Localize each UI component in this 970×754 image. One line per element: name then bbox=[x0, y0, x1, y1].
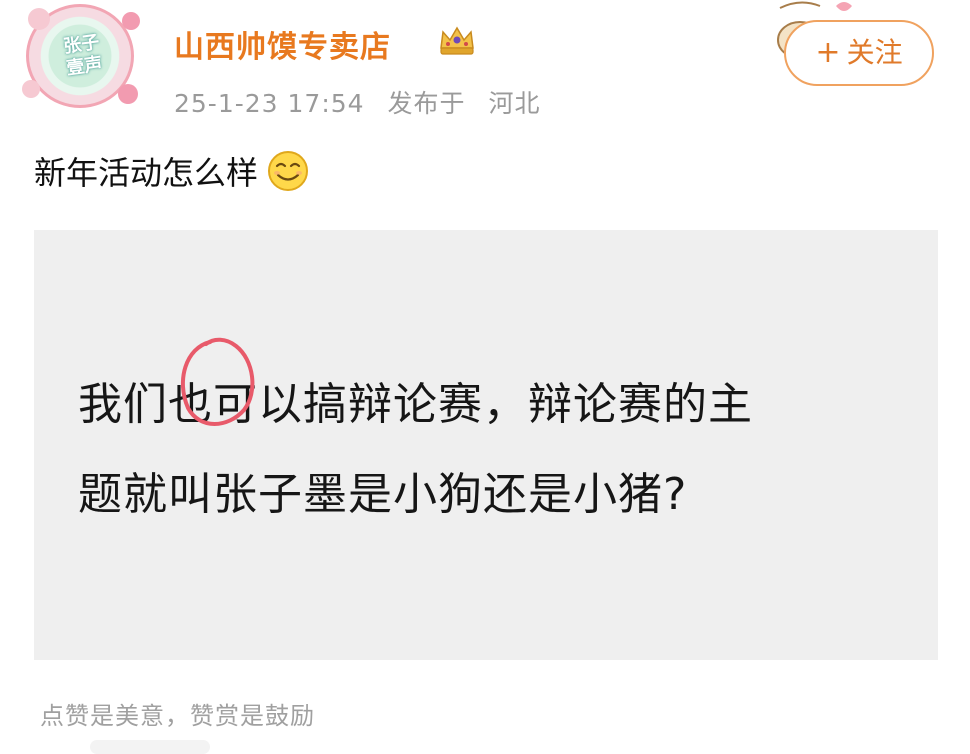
avatar[interactable]: 张子 壹声 bbox=[18, 0, 148, 112]
smirk-emoji-icon bbox=[268, 151, 309, 191]
avatar-decoration bbox=[22, 80, 40, 98]
avatar-decoration bbox=[118, 84, 138, 104]
weibo-post: 张子 壹声 山西帅馍专卖店 25-1-23 17:54 发布于 河北 + 关注 新… bbox=[0, 0, 970, 754]
avatar-decoration bbox=[28, 8, 50, 30]
avatar-decoration bbox=[122, 12, 140, 30]
hand-drawn-circle-annotation bbox=[180, 337, 255, 426]
post-text: 新年活动怎么样 bbox=[34, 148, 310, 194]
follow-button[interactable]: + 关注 bbox=[784, 20, 934, 86]
follow-label: 关注 bbox=[846, 36, 903, 69]
partial-content-placeholder bbox=[90, 740, 210, 754]
crown-badge-icon bbox=[440, 26, 474, 55]
published-label: 发布于 bbox=[387, 89, 466, 118]
post-location: 河北 bbox=[488, 89, 541, 118]
reward-hint-text: 点赞是美意，赞赏是鼓励 bbox=[40, 702, 315, 730]
image-caption-line2: 题就叫张子墨是小狗还是小猪? bbox=[78, 469, 688, 520]
post-meta: 25-1-23 17:54 发布于 河北 bbox=[174, 84, 555, 120]
post-text-content: 新年活动怎么样 bbox=[34, 154, 259, 192]
post-timestamp: 25-1-23 17:54 bbox=[174, 89, 365, 118]
shop-name-link[interactable]: 山西帅馍专卖店 bbox=[174, 22, 391, 66]
post-image[interactable]: 我们也可以搞辩论赛，辩论赛的主 题就叫张子墨是小狗还是小猪? bbox=[34, 230, 938, 660]
plus-icon: + bbox=[815, 35, 841, 70]
